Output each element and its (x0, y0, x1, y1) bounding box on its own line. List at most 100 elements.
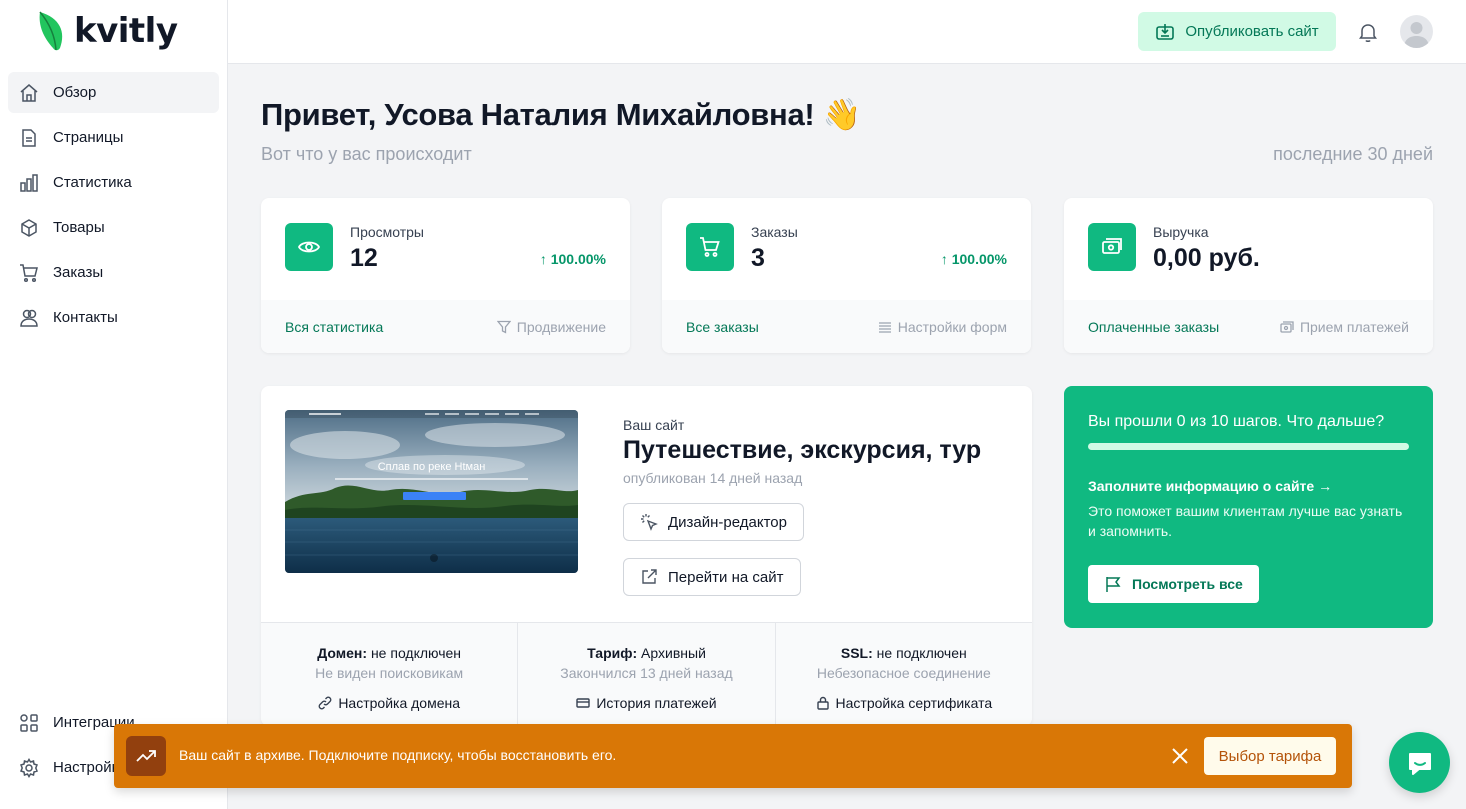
certificate-settings-link[interactable]: Настройка сертификата (816, 695, 993, 711)
chat-button[interactable] (1389, 732, 1450, 793)
chart-icon (19, 173, 39, 193)
brand-name: kvitly (74, 11, 178, 51)
view-all-steps-button[interactable]: Посмотреть все (1088, 565, 1259, 603)
publish-site-button[interactable]: Опубликовать сайт (1138, 12, 1336, 51)
sidebar-item-label: Контакты (53, 309, 118, 326)
sidebar-item-contacts[interactable]: Контакты (8, 297, 219, 338)
publish-icon (1156, 23, 1175, 40)
external-link-icon (642, 569, 657, 584)
ssl-value: не подключен (872, 645, 967, 661)
all-stats-link[interactable]: Вся статистика (285, 319, 383, 335)
stat-label: Заказы (751, 224, 798, 240)
sidebar-item-pages[interactable]: Страницы (8, 117, 219, 158)
lock-icon (816, 696, 829, 710)
page-subtitle: Вот что у вас происходит (261, 144, 472, 164)
stat-value: 3 (751, 244, 765, 272)
cash-small-icon (1280, 321, 1294, 333)
stat-delta: ↑ 100.00% (539, 251, 606, 267)
page-title: Привет, Усова Наталия Михайловна! 👋 (261, 97, 862, 132)
domain-note: Не виден поисковикам (315, 665, 464, 681)
stat-value: 12 (350, 244, 378, 272)
design-editor-label: Дизайн-редактор (668, 513, 787, 531)
sidebar: kvitly Обзор Страницы Статистика Товары (0, 0, 228, 809)
publish-site-label: Опубликовать сайт (1185, 23, 1319, 40)
stat-label: Просмотры (350, 224, 424, 240)
link-icon (318, 696, 332, 710)
site-caption: Ваш сайт (623, 417, 685, 433)
site-preview-image: Сплав по реке Htман (285, 410, 578, 573)
cursor-click-icon (641, 514, 658, 531)
credit-card-icon (576, 698, 591, 708)
stat-card-orders: Заказы 3 ↑ 100.00% Все заказы Настройки … (662, 198, 1031, 353)
eye-icon (285, 223, 333, 271)
form-settings-label: Настройки форм (897, 319, 1007, 335)
onboarding-steps-card: Вы прошли 0 из 10 шагов. Что дальше? Зап… (1064, 386, 1433, 628)
archive-banner: Ваш сайт в архиве. Подключите подписку, … (114, 724, 1352, 788)
box-icon (19, 218, 39, 238)
domain-settings-link[interactable]: Настройка домена (318, 695, 460, 711)
filter-icon (496, 320, 511, 334)
design-editor-button[interactable]: Дизайн-редактор (623, 503, 804, 541)
cash-icon (1088, 223, 1136, 271)
promotion-link[interactable]: Продвижение (496, 319, 606, 335)
bell-icon[interactable] (1356, 20, 1380, 44)
users-icon (19, 308, 39, 328)
sidebar-item-overview[interactable]: Обзор (8, 72, 219, 113)
site-thumbnail[interactable]: Сплав по реке Htман (285, 410, 578, 573)
sidebar-item-label: Заказы (53, 264, 104, 281)
banner-message: Ваш сайт в архиве. Подключите подписку, … (179, 747, 617, 763)
sidebar-item-stats[interactable]: Статистика (8, 162, 219, 203)
site-published-meta: опубликован 14 дней назад (623, 470, 803, 486)
visit-site-button[interactable]: Перейти на сайт (623, 558, 801, 596)
fill-site-info-link[interactable]: Заполните информацию о сайте → (1088, 478, 1332, 494)
sidebar-item-label: Обзор (53, 84, 97, 101)
avatar[interactable] (1400, 15, 1433, 48)
site-info-bar: Домен: не подключен Не виден поисковикам… (261, 622, 1032, 726)
paid-orders-link[interactable]: Оплаченные заказы (1088, 319, 1219, 335)
choose-plan-button[interactable]: Выбор тарифа (1204, 737, 1336, 775)
sidebar-item-label: Статистика (53, 174, 132, 191)
payment-history-label: История платежей (596, 695, 717, 711)
home-icon (19, 83, 39, 103)
all-orders-link[interactable]: Все заказы (686, 319, 759, 335)
domain-key: Домен: (317, 645, 368, 661)
site-card: Сплав по реке Htман Ваш сайт Путешествие… (261, 386, 1032, 726)
promotion-label: Продвижение (516, 319, 606, 335)
stat-label: Выручка (1153, 224, 1209, 240)
view-all-label: Посмотреть все (1132, 576, 1243, 592)
period-label: последние 30 дней (1273, 144, 1433, 164)
cart-icon (686, 223, 734, 271)
sidebar-item-products[interactable]: Товары (8, 207, 219, 248)
payments-link[interactable]: Прием платежей (1280, 319, 1409, 335)
stat-card-revenue: Выручка 0,00 руб. Оплаченные заказы Прие… (1064, 198, 1433, 353)
topbar: Опубликовать сайт (228, 0, 1466, 64)
steps-progress-bar (1088, 443, 1409, 450)
list-icon (878, 322, 891, 333)
stat-value: 0,00 руб. (1153, 244, 1260, 272)
sidebar-nav: Обзор Страницы Статистика Товары Заказы (8, 72, 219, 342)
form-settings-link[interactable]: Настройки форм (878, 319, 1007, 335)
visit-site-label: Перейти на сайт (668, 568, 784, 586)
close-icon[interactable] (1169, 745, 1191, 767)
flag-icon (1106, 577, 1121, 592)
sidebar-item-label: Товары (53, 219, 105, 236)
ssl-note: Небезопасное соединение (816, 665, 991, 681)
trending-up-icon (126, 736, 166, 776)
plan-info: Тариф: Архивный Закончился 13 дней назад… (518, 623, 776, 726)
certificate-settings-label: Настройка сертификата (835, 695, 993, 711)
sidebar-item-label: Страницы (53, 129, 124, 146)
stat-delta: ↑ 100.00% (940, 251, 1007, 267)
ssl-key: SSL: (840, 645, 873, 661)
logo[interactable]: kvitly (36, 10, 178, 52)
payments-label: Прием платежей (1299, 319, 1409, 335)
steps-description: Это поможет вашим клиентам лучше вас узн… (1088, 503, 1403, 539)
user-avatar-icon (1404, 22, 1429, 48)
cart-icon (19, 263, 39, 283)
site-title: Путешествие, экскурсия, тур (623, 436, 982, 464)
payment-history-link[interactable]: История платежей (576, 695, 717, 711)
document-icon (19, 128, 39, 148)
plan-note: Закончился 13 дней назад (560, 665, 733, 681)
leaf-logo-icon (39, 11, 63, 51)
thumb-heading: Сплав по реке Htман (378, 461, 486, 473)
sidebar-item-orders[interactable]: Заказы (8, 252, 219, 293)
